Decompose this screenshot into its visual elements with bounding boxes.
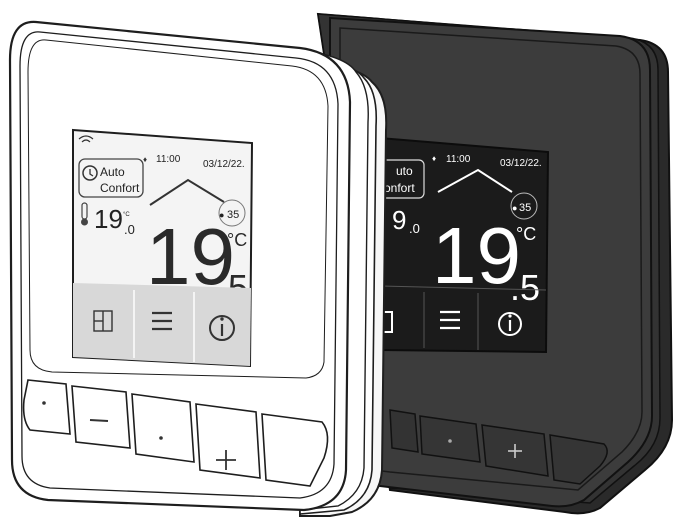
dot-center-button[interactable] — [131, 393, 195, 463]
dark-ambient-dec: .0 — [409, 221, 420, 236]
dark-dot-button[interactable] — [419, 415, 481, 463]
nav-bar — [73, 283, 251, 366]
dark-mode-line2: onfort — [384, 181, 415, 195]
dark-status-time: 11:00 — [446, 154, 471, 165]
ambient-unit: °C — [123, 212, 130, 218]
dot-left-button[interactable] — [22, 379, 71, 435]
setpoint-unit: °C — [227, 230, 247, 250]
plus-button[interactable] — [195, 403, 261, 479]
dark-flame-icon: ♦ — [432, 154, 436, 163]
dark-mode-line1: uto — [396, 164, 413, 178]
mode-line2: Confort — [100, 181, 140, 195]
white-screen: ♦ 11:00 03/12/22. Auto Confort ● 35 19 °… — [72, 128, 254, 368]
dark-ambient-int: 9 — [392, 205, 406, 235]
status-time: 11:00 — [156, 154, 181, 165]
dark-setpoint-unit: °C — [516, 224, 536, 244]
flame-icon: ♦ — [143, 155, 147, 164]
mode-line1: Auto — [100, 165, 125, 179]
dark-setpoint-dec: .5 — [510, 267, 540, 308]
ambient-int: 19 — [94, 204, 123, 234]
thermostats-scene: ♦ 11:00 03/12/22. uto onfort ● 35 9 .0 1… — [8, 12, 674, 517]
dark-setpoint-int: 19 — [432, 211, 521, 300]
dark-status-date: 03/12/22. — [500, 158, 542, 169]
white-thermostat: ♦ 11:00 03/12/22. Auto Confort ● 35 19 °… — [8, 20, 388, 517]
dark-screen: ♦ 11:00 03/12/22. uto onfort ● 35 9 .0 1… — [379, 136, 550, 354]
ambient-dec: .0 — [124, 222, 135, 237]
status-date: 03/12/22. — [203, 159, 245, 170]
minus-button[interactable] — [71, 385, 131, 449]
